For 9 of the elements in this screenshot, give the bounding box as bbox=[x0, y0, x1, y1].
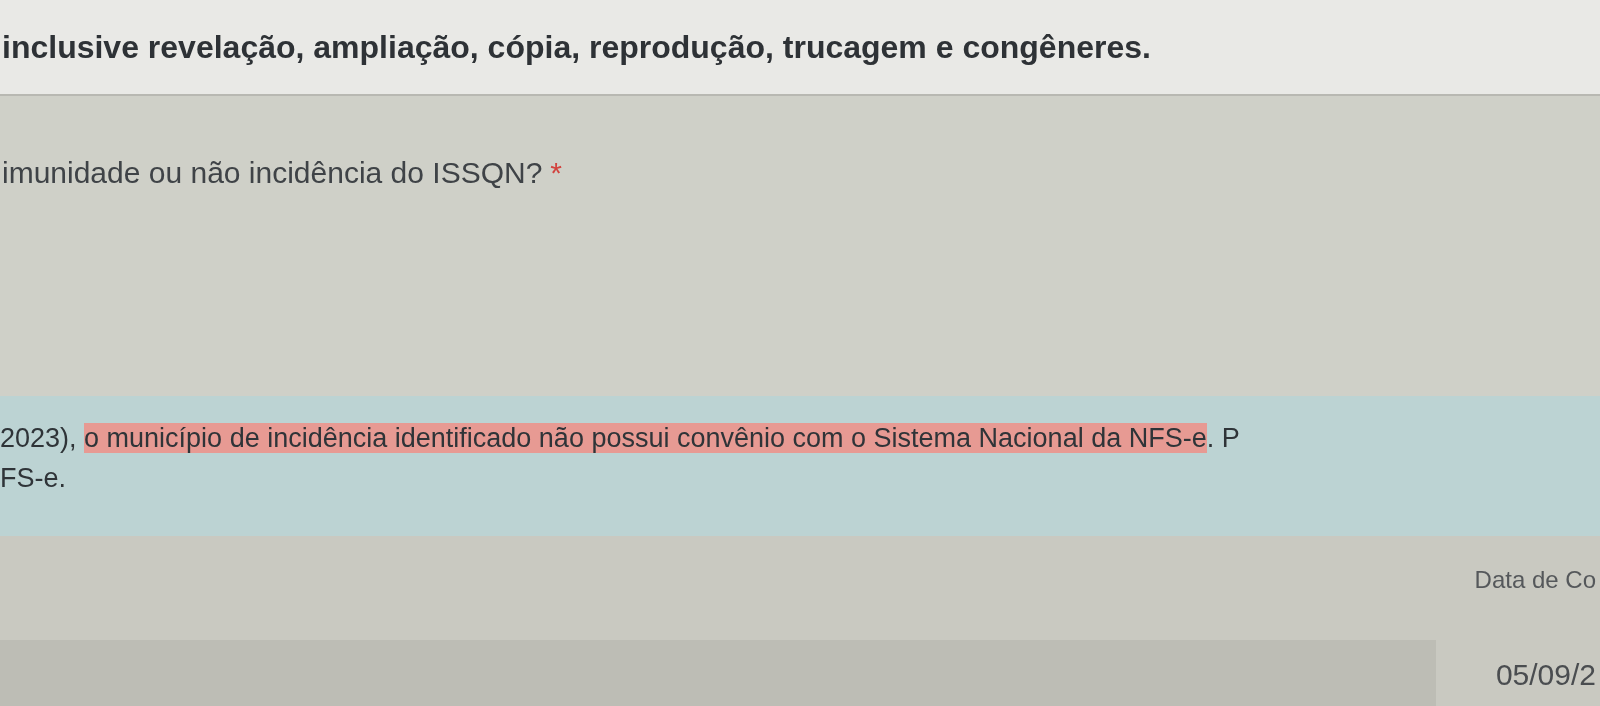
service-description: inclusive revelação, ampliação, cópia, reprodução, trucagem e congêneres. bbox=[2, 28, 1151, 66]
notice-text: 2023), bbox=[0, 423, 78, 453]
notice-text: . P bbox=[1206, 423, 1240, 453]
question-label: imunidade ou não incidência do ISSQN? bbox=[2, 156, 543, 189]
notice-text: FS-e. bbox=[0, 463, 66, 493]
highlighted-text: o município de incidência identificado não possui convênio com o Sistema Nacional da NFS-e bbox=[84, 423, 1207, 453]
required-mark: * bbox=[550, 156, 563, 189]
date-label: Data de Co bbox=[1474, 566, 1596, 594]
date-value: 05/09/2 bbox=[1495, 658, 1596, 692]
